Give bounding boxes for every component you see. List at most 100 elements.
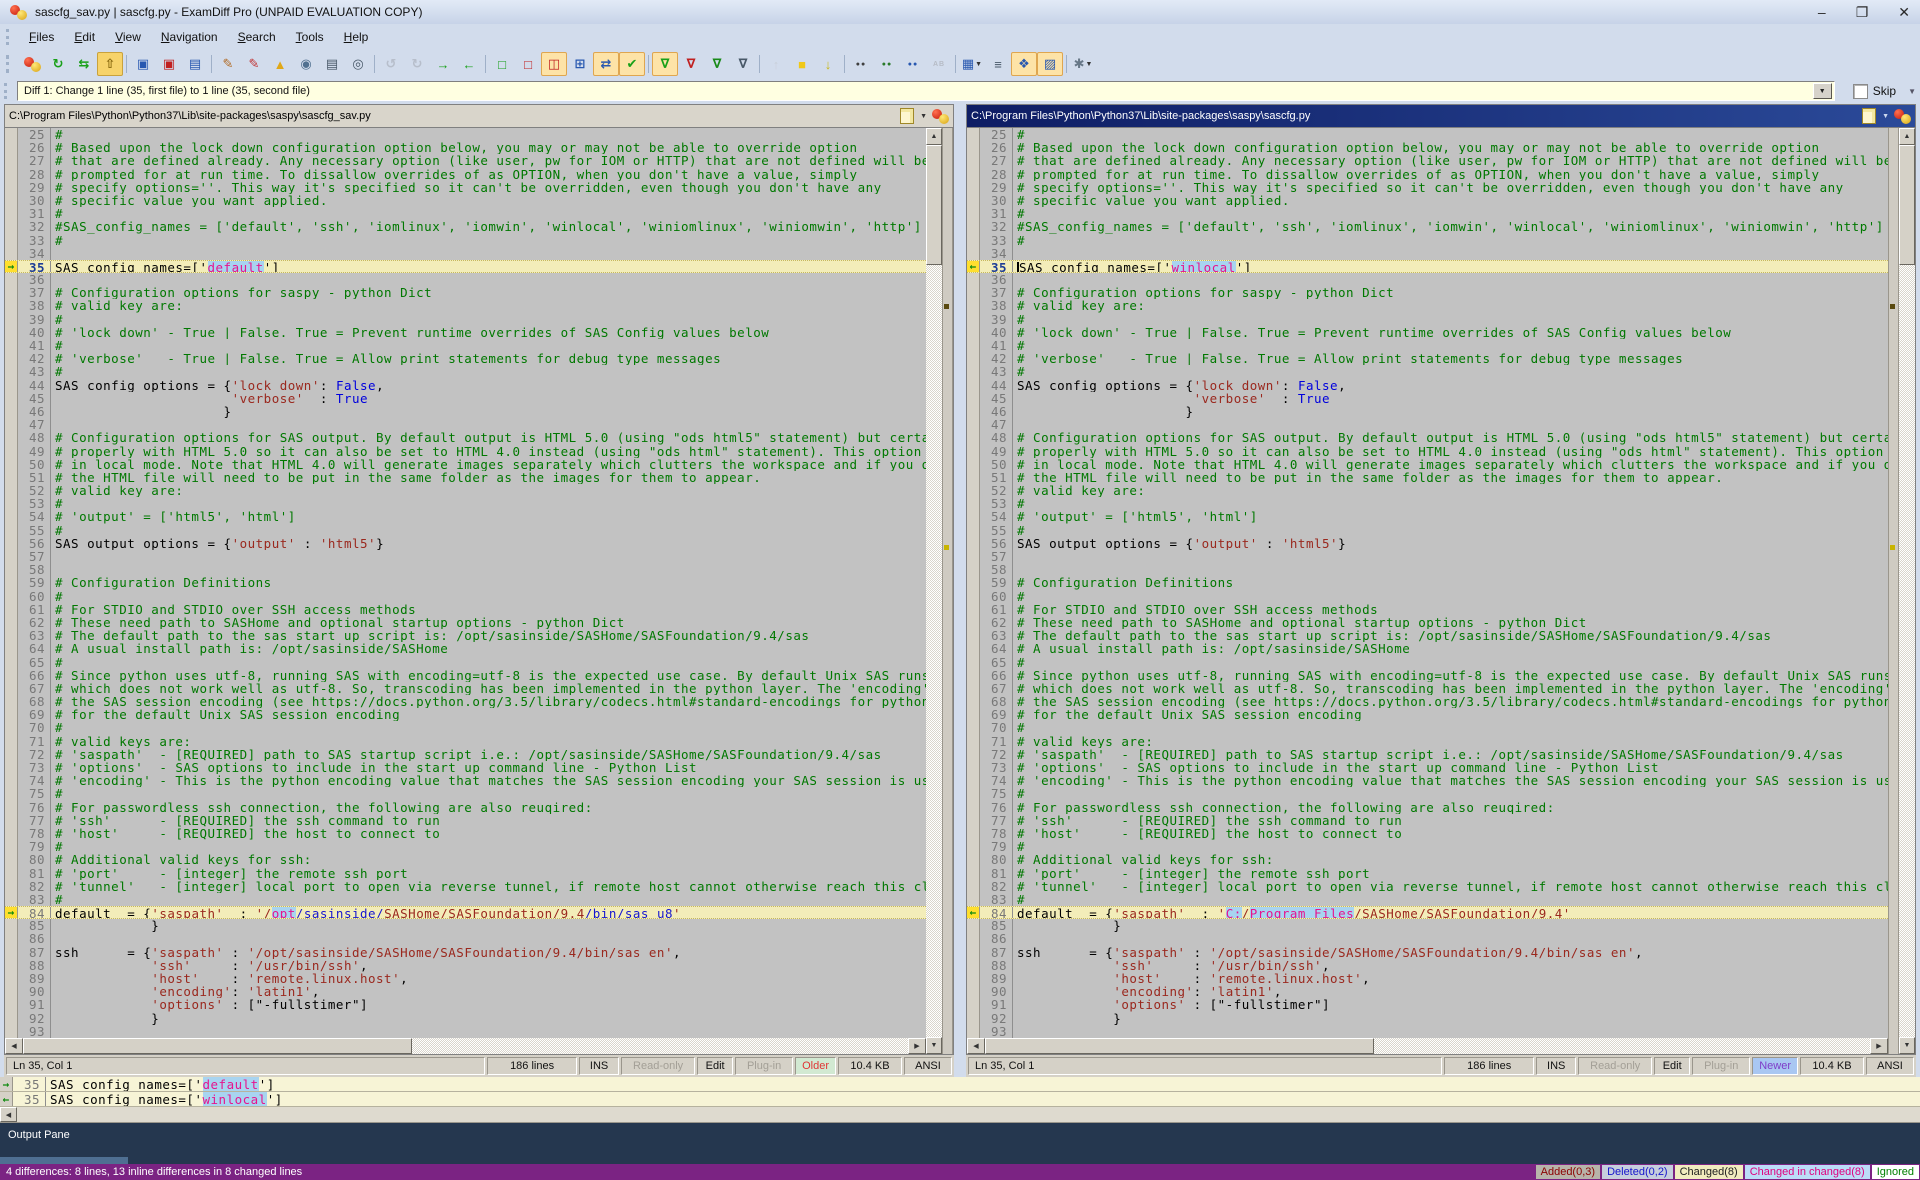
diffbar-gripper[interactable]: [4, 83, 14, 99]
scroll-thumb[interactable]: [1899, 145, 1915, 265]
word-wrap-icon[interactable]: ≡: [985, 52, 1011, 76]
legend-badge[interactable]: Ignored: [1872, 1165, 1919, 1179]
find-next-icon[interactable]: ●●: [874, 52, 900, 76]
vertical-scrollbar[interactable]: ▲▼: [1899, 128, 1915, 1054]
find-icon[interactable]: ●●: [848, 52, 874, 76]
previous-diff-icon[interactable]: ↑: [763, 52, 789, 76]
legend-badge[interactable]: Changed in changed(8): [1745, 1165, 1870, 1179]
line-marker-gutter: [967, 537, 980, 550]
save-first-icon[interactable]: ▣: [130, 52, 156, 76]
print-preview-icon[interactable]: ◎: [345, 52, 371, 76]
merge-right-marker-icon[interactable]: →: [5, 907, 18, 918]
merge-right-marker-icon[interactable]: →: [5, 261, 18, 272]
find-files-icon[interactable]: ●●: [900, 52, 926, 76]
save-both-icon[interactable]: ▤: [182, 52, 208, 76]
current-diff-icon[interactable]: ■: [789, 52, 815, 76]
redo-icon[interactable]: ↻: [404, 52, 430, 76]
scroll-up-button[interactable]: ▲: [926, 128, 942, 145]
recent-files-dropdown[interactable]: ▼: [920, 113, 927, 120]
recent-files-dropdown[interactable]: ▼: [1882, 113, 1889, 120]
merge-left-marker-icon[interactable]: ←: [0, 1092, 13, 1106]
toolbar-gripper[interactable]: [6, 55, 16, 73]
undo-icon[interactable]: ↺: [378, 52, 404, 76]
scroll-left-button[interactable]: ◀: [5, 1038, 23, 1054]
scroll-thumb[interactable]: [926, 145, 942, 265]
minimize-button[interactable]: –: [1818, 4, 1826, 21]
legend-badge[interactable]: Added(0,3): [1536, 1165, 1600, 1179]
line-marker-gutter: [967, 154, 980, 167]
show-all-lines-filter-icon[interactable]: ∇: [652, 52, 678, 76]
recent-files-icon[interactable]: [1862, 108, 1876, 124]
code-view[interactable]: 25#26# Based upon the lock_down configur…: [5, 128, 926, 1038]
menu-view[interactable]: View: [105, 26, 151, 48]
compare-icon[interactable]: [932, 109, 949, 124]
statistics-icon[interactable]: ▦▼: [959, 52, 985, 76]
file-path-header[interactable]: C:\Program Files\Python\Python37\Lib\sit…: [967, 105, 1915, 128]
line-text: #: [51, 787, 926, 800]
output-pane-tab[interactable]: Output Pane: [8, 1129, 70, 1141]
menu-help[interactable]: Help: [334, 26, 379, 48]
filter-search-icon[interactable]: ∇: [730, 52, 756, 76]
settings-gear-icon[interactable]: ✱▼: [1070, 52, 1096, 76]
horizontal-scrollbar[interactable]: ◀▶: [967, 1038, 1888, 1054]
scroll-down-button[interactable]: ▼: [926, 1037, 942, 1054]
skip-checkbox[interactable]: [1853, 84, 1868, 99]
plugins-icon[interactable]: ❖: [1011, 52, 1037, 76]
scroll-left-button[interactable]: ◀: [967, 1038, 985, 1054]
scroll-right-button[interactable]: ▶: [908, 1038, 926, 1054]
compare-selection-icon[interactable]: ◉: [293, 52, 319, 76]
diff-combo-dropdown[interactable]: ▼: [1813, 83, 1832, 99]
close-button[interactable]: ✕: [1898, 4, 1910, 21]
save-result-icon[interactable]: ▲: [267, 52, 293, 76]
split-view-icon[interactable]: ◫: [541, 52, 567, 76]
scroll-down-button[interactable]: ▼: [1899, 1037, 1915, 1054]
merge-left-marker-icon[interactable]: ←: [967, 907, 980, 918]
replace-icon[interactable]: AB: [926, 52, 952, 76]
recompare-options-icon[interactable]: ⇆: [71, 52, 97, 76]
show-second-pane-icon[interactable]: □: [515, 52, 541, 76]
file-path-header[interactable]: C:\Program Files\Python\Python37\Lib\sit…: [5, 105, 953, 128]
horizontal-scrollbar[interactable]: ◀▶: [5, 1038, 926, 1054]
grid-view-icon[interactable]: ⊞: [567, 52, 593, 76]
scroll-thumb[interactable]: [985, 1038, 1374, 1054]
line-marker-gutter: [5, 814, 18, 827]
edit-first-icon[interactable]: ✎: [215, 52, 241, 76]
recompare-icon[interactable]: ↻: [45, 52, 71, 76]
legend-badge[interactable]: Changed(8): [1675, 1165, 1743, 1179]
save-second-icon[interactable]: ▣: [156, 52, 182, 76]
restore-button[interactable]: ❐: [1856, 4, 1869, 21]
merge-left-marker-icon[interactable]: ←: [967, 261, 980, 272]
detail-scroll-left-button[interactable]: ◀: [0, 1107, 17, 1122]
options-check-icon[interactable]: ✔: [619, 52, 645, 76]
compare-files-icon[interactable]: [19, 52, 45, 76]
edit-report-icon[interactable]: ▨: [1037, 52, 1063, 76]
menu-tools[interactable]: Tools: [286, 26, 334, 48]
current-diff-combo[interactable]: Diff 1: Change 1 line (35, first file) t…: [17, 81, 1835, 101]
show-first-pane-icon[interactable]: □: [489, 52, 515, 76]
edit-second-icon[interactable]: ✎: [241, 52, 267, 76]
scroll-right-button[interactable]: ▶: [1870, 1038, 1888, 1054]
toolbar-overflow-chevron[interactable]: ▼: [1908, 87, 1916, 96]
compare-icon[interactable]: [1894, 109, 1911, 124]
print-icon[interactable]: ▤: [319, 52, 345, 76]
scroll-up-button[interactable]: ▲: [1899, 128, 1915, 145]
copy-right-icon[interactable]: →: [430, 52, 456, 76]
menu-navigation[interactable]: Navigation: [151, 26, 228, 48]
copy-left-icon[interactable]: ←: [456, 52, 482, 76]
menu-search[interactable]: Search: [228, 26, 286, 48]
menu-files[interactable]: Files: [19, 26, 64, 48]
vertical-scrollbar[interactable]: ▲▼: [926, 128, 942, 1054]
merge-right-marker-icon[interactable]: →: [0, 1077, 13, 1091]
code-line: 81# 'port' - [integer] the remote ssh po…: [967, 867, 1888, 880]
legend-badge[interactable]: Deleted(0,2): [1602, 1165, 1673, 1179]
recent-files-icon[interactable]: [900, 108, 914, 124]
menu-edit[interactable]: Edit: [64, 26, 105, 48]
show-matching-lines-filter-icon[interactable]: ∇: [704, 52, 730, 76]
menu-gripper[interactable]: [6, 29, 16, 45]
next-diff-icon[interactable]: ↓: [815, 52, 841, 76]
scroll-thumb[interactable]: [23, 1038, 412, 1054]
open-files-icon[interactable]: ⇧: [97, 52, 123, 76]
swap-panes-icon[interactable]: ⇄: [593, 52, 619, 76]
show-diff-lines-filter-icon[interactable]: ∇: [678, 52, 704, 76]
code-view[interactable]: 25#26# Based upon the lock_down configur…: [967, 128, 1888, 1038]
